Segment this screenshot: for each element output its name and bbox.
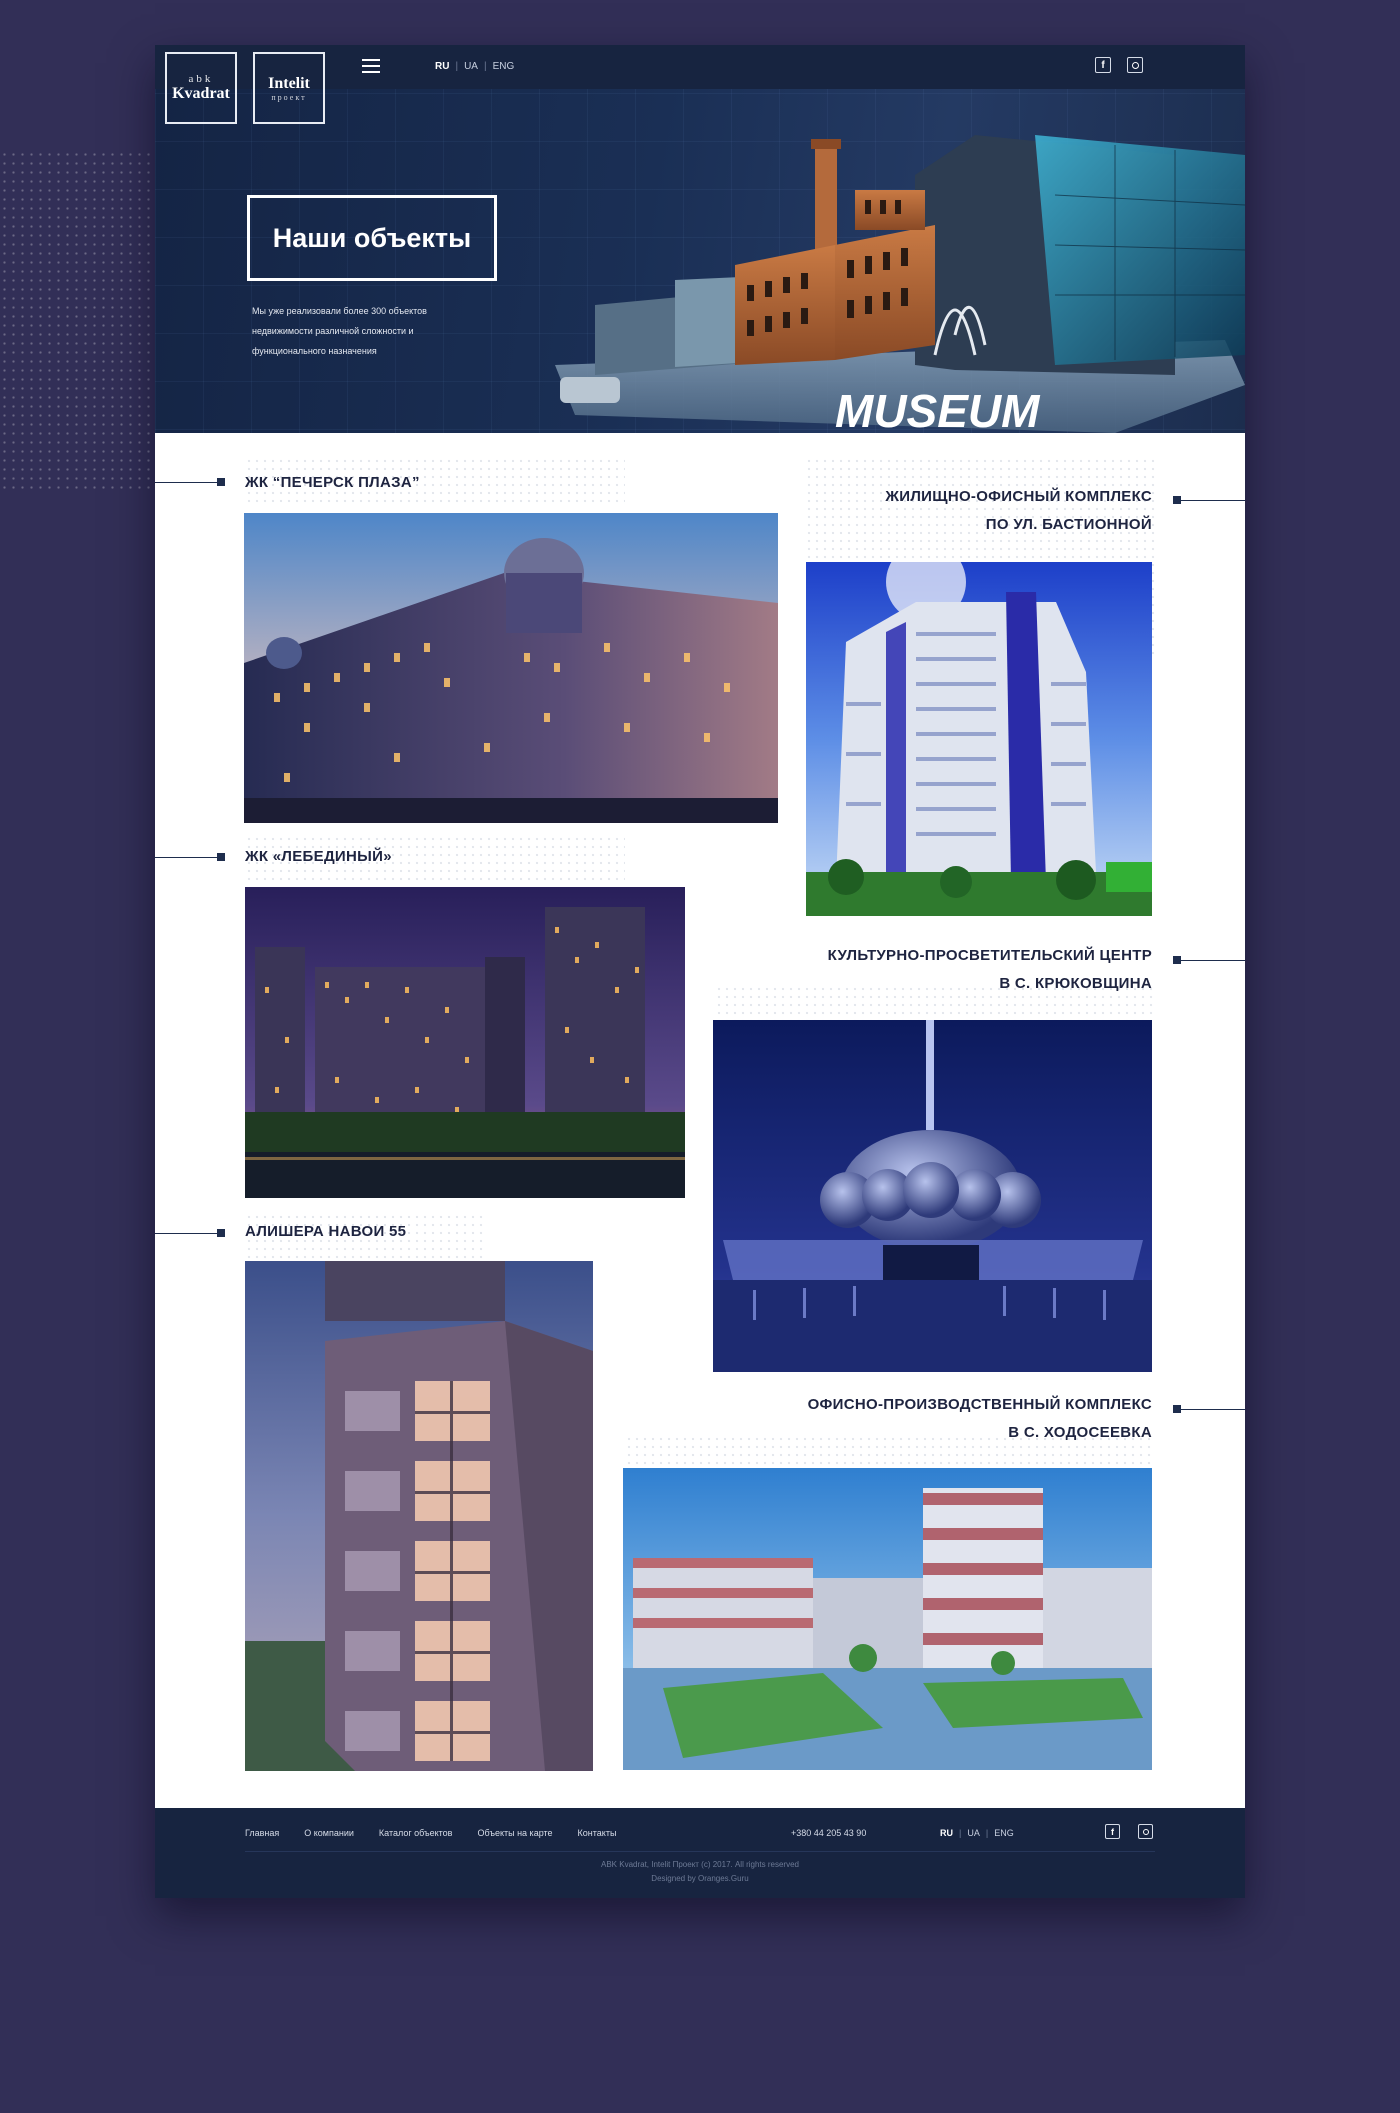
leader-line xyxy=(1181,1409,1245,1410)
language-switcher: RU | UA | ENG xyxy=(435,61,515,72)
object-title-navoi[interactable]: АЛИШЕРА НАВОИ 55 xyxy=(245,1218,406,1246)
footer-lang-eng[interactable]: ENG xyxy=(994,1828,1014,1838)
footer-lang-ua[interactable]: UA xyxy=(967,1828,980,1838)
leader-node xyxy=(1173,496,1181,504)
object-title-line: ЖИЛИЩНО-ОФИСНЫЙ КОМПЛЕКС xyxy=(885,488,1152,505)
leader-line xyxy=(155,857,217,858)
menu-icon[interactable] xyxy=(362,59,380,73)
object-photo-navoi[interactable] xyxy=(245,1261,593,1771)
hero-section: MUSEUM abk Kvadrat Intelit проект RU | U… xyxy=(155,45,1245,433)
leader-node xyxy=(217,1229,225,1237)
museum-sign: MUSEUM xyxy=(835,385,1041,433)
hero-description: Мы уже реализовали более 300 объектов не… xyxy=(252,301,452,361)
footer-phone[interactable]: +380 44 205 43 90 xyxy=(791,1828,866,1838)
object-title-khodoseevka[interactable]: ОФИСНО-ПРОИЗВОДСТВЕННЫЙ КОМПЛЕКС В С. ХО… xyxy=(625,1391,1152,1447)
lang-ua[interactable]: UA xyxy=(464,61,478,72)
object-photo-khodoseevka[interactable] xyxy=(623,1468,1152,1770)
hero-title-box: Наши объекты xyxy=(247,195,497,281)
object-photo-pechersk[interactable] xyxy=(244,513,778,823)
footer-copyright: ABK Kvadrat, Intelit Проект (с) 2017. Al… xyxy=(601,1860,799,1869)
object-photo-lebediny[interactable] xyxy=(245,887,685,1198)
footer-link-about[interactable]: О компании xyxy=(304,1828,354,1838)
facebook-icon[interactable]: f xyxy=(1095,57,1111,73)
footer-language-switcher: RU | UA | ENG xyxy=(940,1828,1014,1838)
leader-line xyxy=(1181,960,1245,961)
object-photo-kryukovshchina[interactable] xyxy=(713,1020,1152,1372)
leader-line xyxy=(1181,500,1245,501)
object-title-line: ПО УЛ. БАСТИОННОЙ xyxy=(985,516,1152,533)
object-title-lebediny[interactable]: ЖК «ЛЕБЕДИНЫЙ» xyxy=(245,843,392,871)
footer-nav: Главная О компании Каталог объектов Объе… xyxy=(245,1828,616,1838)
lang-ru[interactable]: RU xyxy=(435,61,449,72)
leader-node xyxy=(1173,1405,1181,1413)
footer-link-catalog[interactable]: Каталог объектов xyxy=(379,1828,453,1838)
object-photo-bastionnaya[interactable] xyxy=(806,562,1152,916)
leader-line xyxy=(155,482,217,483)
logo-intelit-sub: проект xyxy=(271,92,307,102)
instagram-icon[interactable] xyxy=(1127,57,1143,73)
footer-facebook-icon[interactable]: f xyxy=(1105,1824,1120,1839)
footer-link-contacts[interactable]: Контакты xyxy=(578,1828,617,1838)
footer-lang-ru[interactable]: RU xyxy=(940,1828,953,1838)
footer: Главная О компании Каталог объектов Объе… xyxy=(155,1808,1245,1898)
lang-eng[interactable]: ENG xyxy=(493,61,515,72)
leader-node xyxy=(1173,956,1181,964)
page: MUSEUM abk Kvadrat Intelit проект RU | U… xyxy=(155,45,1245,1898)
logo-intelit[interactable]: Intelit проект xyxy=(253,52,325,124)
object-title-line: ОФИСНО-ПРОИЗВОДСТВЕННЫЙ КОМПЛЕКС xyxy=(807,1396,1152,1413)
logo-kvadrat[interactable]: abk Kvadrat xyxy=(165,52,237,124)
footer-link-home[interactable]: Главная xyxy=(245,1828,279,1838)
object-title-pechersk[interactable]: ЖК “ПЕЧЕРСК ПЛАЗА” xyxy=(245,469,420,497)
object-title-line: КУЛЬТУРНО-ПРОСВЕТИТЕЛЬСКИЙ ЦЕНТР xyxy=(827,947,1152,964)
hero-description-line: недвижимости различной сложности и xyxy=(252,326,414,336)
object-title-bastionnaya[interactable]: ЖИЛИЩНО-ОФИСНЫЙ КОМПЛЕКС ПО УЛ. БАСТИОНН… xyxy=(725,483,1152,539)
decorative-dots xyxy=(0,150,155,495)
object-title-line: В С. КРЮКОВЩИНА xyxy=(999,975,1152,992)
footer-designed-by: Designed by Oranges.Guru xyxy=(651,1874,749,1883)
leader-line xyxy=(155,1233,217,1234)
logo-kvadrat-main: Kvadrat xyxy=(172,84,230,102)
leader-node xyxy=(217,853,225,861)
logo-intelit-main: Intelit xyxy=(268,74,310,92)
footer-divider xyxy=(245,1851,1155,1852)
logo-kvadrat-small: abk xyxy=(188,72,214,85)
footer-instagram-icon[interactable] xyxy=(1138,1824,1153,1839)
page-title: Наши объекты xyxy=(272,222,472,253)
object-title-kryukovshchina[interactable]: КУЛЬТУРНО-ПРОСВЕТИТЕЛЬСКИЙ ЦЕНТР В С. КР… xyxy=(675,942,1152,998)
footer-link-map[interactable]: Объекты на карте xyxy=(477,1828,552,1838)
museum-illustration: MUSEUM xyxy=(555,135,1245,433)
leader-node xyxy=(217,478,225,486)
hero-description-line: функционального назначения xyxy=(252,346,377,356)
object-title-line: В С. ХОДОСЕЕВКА xyxy=(1008,1424,1152,1441)
hero-description-line: Мы уже реализовали более 300 объектов xyxy=(252,306,427,316)
